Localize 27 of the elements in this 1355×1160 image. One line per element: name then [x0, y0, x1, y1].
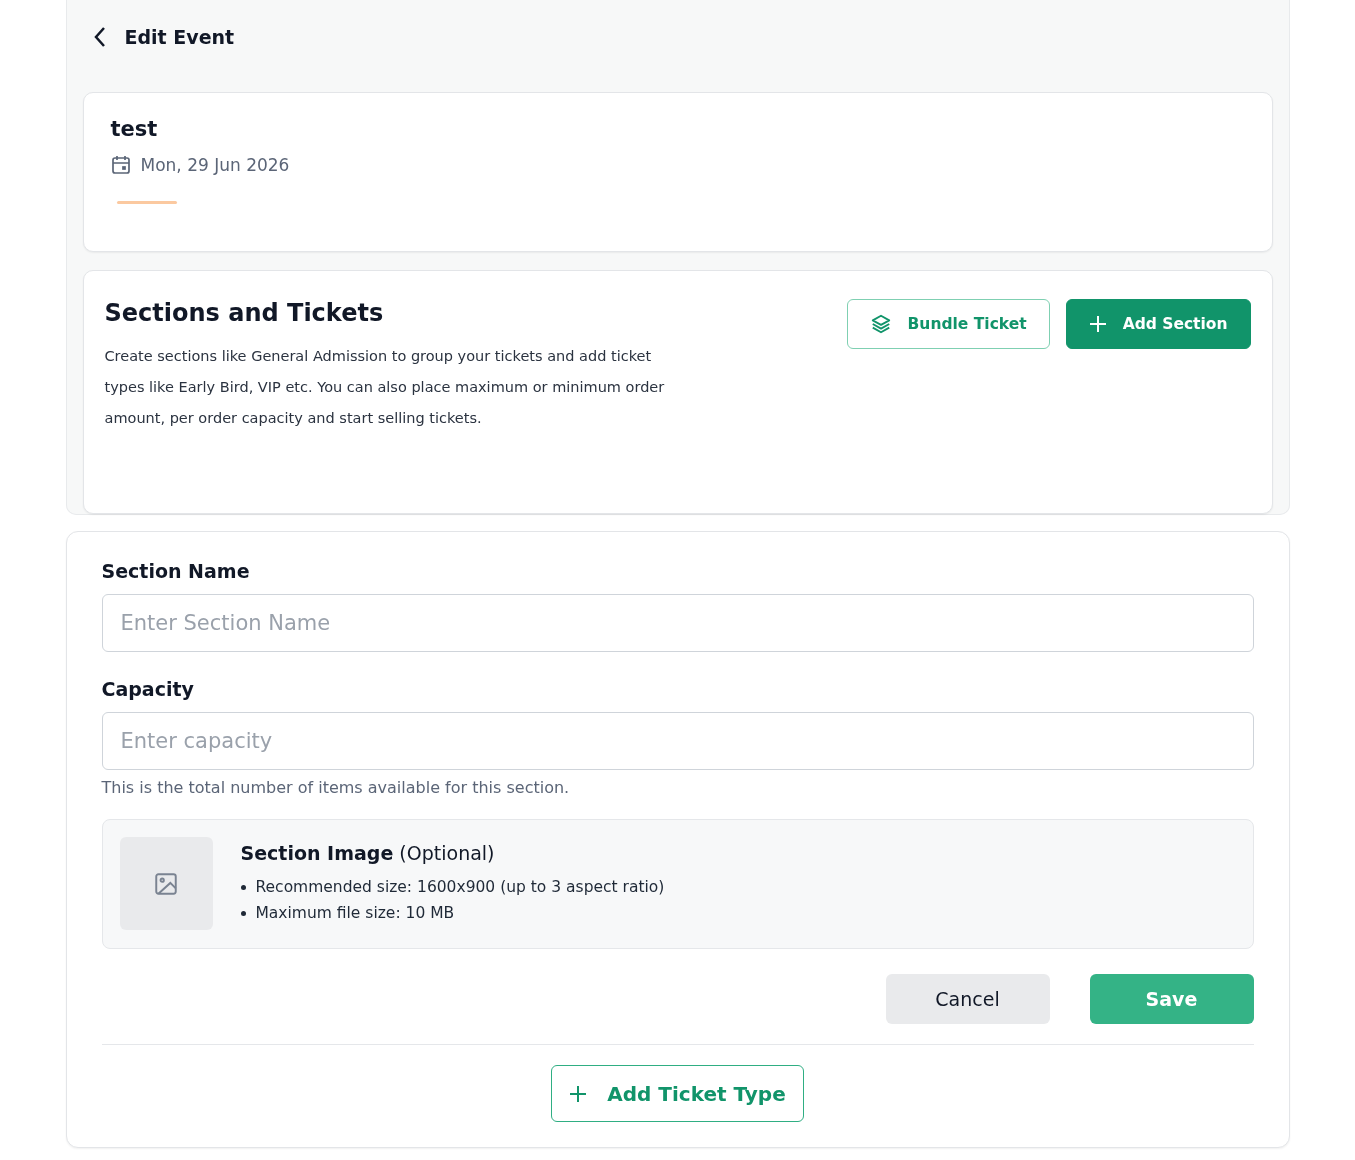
- help-text: This is the total number of items available for this section.: [101, 778, 571, 797]
- cancel-button[interactable]: Cancel: [885, 974, 1050, 1024]
- image-title: Section Image (Optional): [240, 842, 496, 864]
- bundle-ticket-button[interactable]: Bundle Ticket: [846, 299, 1050, 349]
- input-field[interactable]: Enter Section Name: [101, 594, 1254, 652]
- calendar-icon: [110, 155, 131, 175]
- event-name: test: [110, 117, 159, 141]
- bullet-icon: [240, 910, 246, 916]
- input-field[interactable]: Enter capacity: [101, 712, 1254, 770]
- field-label: Section Name: [101, 560, 251, 582]
- image-icon: [153, 870, 179, 897]
- add-ticket-type-button[interactable]: Add Ticket Type: [551, 1065, 804, 1122]
- section-heading: Sections and Tickets: [104, 299, 385, 327]
- save-button[interactable]: Save: [1089, 974, 1254, 1024]
- section-description: Create sections like General Admission to group your tickets and add ticket types like Early Bird, VIP etc. You can also place maximum or minimum order amount, per order capacity and start selling tickets.: [104, 347, 666, 428]
- event-date: Mon, 29 Jun 2026: [140, 155, 290, 175]
- plus-icon: [1088, 315, 1107, 333]
- layers-icon: [869, 313, 892, 335]
- add-section-button[interactable]: Add Section: [1065, 299, 1251, 349]
- image-note: Maximum file size: 10 MB: [255, 903, 455, 924]
- accent-line: [116, 201, 177, 204]
- back-icon[interactable]: [92, 26, 107, 48]
- page-title: Edit Event: [124, 26, 235, 48]
- plus-icon: [569, 1084, 588, 1103]
- bullet-icon: [240, 884, 246, 890]
- field-label: Capacity: [101, 678, 195, 700]
- image-note: Recommended size: 1600x900 (up to 3 aspect ratio): [255, 877, 665, 898]
